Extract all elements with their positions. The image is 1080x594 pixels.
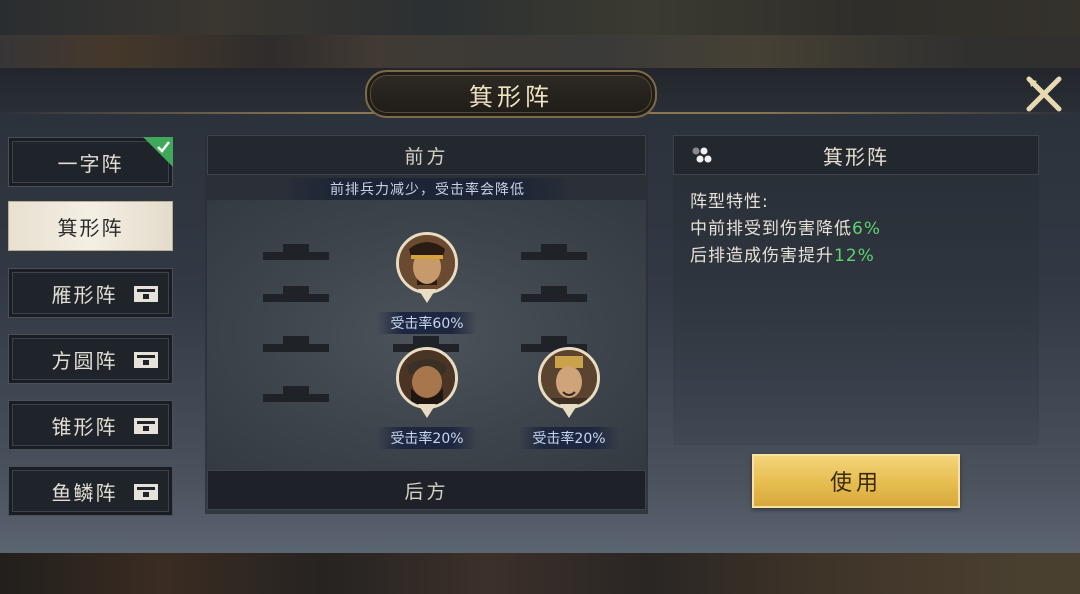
page-title: 箕形阵 [469, 82, 553, 111]
hit-rate-label: 受击率20% [519, 427, 619, 449]
tab-label: 鱼鳞阵 [51, 480, 118, 505]
empty-slot[interactable] [521, 286, 587, 302]
hero-portrait [538, 347, 600, 409]
background-top [0, 0, 1080, 68]
tab-jixing[interactable]: 箕形阵 [8, 201, 173, 251]
tab-yulin[interactable]: 鱼鳞阵 [8, 466, 173, 516]
trait-text: 中前排受到伤害降低 [690, 219, 852, 239]
close-icon [1026, 76, 1062, 112]
tab-label: 箕形阵 [57, 215, 124, 240]
lock-icon [134, 418, 158, 434]
hero-slot-back-right[interactable] [538, 347, 600, 423]
trait-line-1: 中前排受到伤害降低6% [690, 214, 881, 239]
formation-hint: 前排兵力减少，受击率会降低 [280, 178, 575, 200]
hero-slot-front[interactable] [396, 232, 458, 308]
tab-zhuixing[interactable]: 锥形阵 [8, 400, 173, 450]
hero-portrait [396, 347, 458, 409]
hero-pin-tip [560, 404, 578, 418]
trait-value: 12% [834, 246, 875, 266]
trait-heading: 阵型特性: [690, 192, 769, 212]
info-header: 箕形阵 [673, 135, 1039, 175]
tab-label: 雁形阵 [51, 282, 118, 307]
tab-label: 一字阵 [57, 151, 124, 176]
trait-line-2: 后排造成伤害提升12% [690, 241, 875, 266]
use-button[interactable]: 使用 [752, 454, 960, 508]
tab-yanxing[interactable]: 雁形阵 [8, 268, 173, 318]
tab-fangyuan[interactable]: 方圆阵 [8, 334, 173, 384]
check-icon [143, 137, 173, 167]
tab-yizi[interactable]: 一字阵 [8, 137, 173, 187]
empty-slot[interactable] [263, 336, 329, 352]
trait-text: 后排造成伤害提升 [690, 246, 834, 266]
hero-pin-tip [418, 289, 436, 303]
info-title: 箕形阵 [823, 144, 889, 169]
tab-label: 锥形阵 [51, 414, 118, 439]
hit-rate-label: 受击率20% [377, 427, 477, 449]
tab-label: 方圆阵 [51, 348, 118, 373]
lock-icon [134, 484, 158, 500]
title-plate: 箕形阵 [365, 70, 657, 118]
hero-pin-tip [418, 404, 436, 418]
hero-portrait [396, 232, 458, 294]
close-button[interactable] [1024, 74, 1064, 114]
trait-value: 6% [852, 219, 881, 239]
empty-slot[interactable] [521, 244, 587, 260]
background-bottom [0, 553, 1080, 594]
hit-rate-label: 受击率60% [377, 312, 477, 334]
hero-slot-back-middle[interactable] [396, 347, 458, 423]
empty-slot[interactable] [263, 244, 329, 260]
front-label: 前方 [207, 135, 646, 175]
empty-slot[interactable] [263, 386, 329, 402]
empty-slot[interactable] [263, 286, 329, 302]
back-label: 后方 [207, 470, 646, 510]
lock-icon [134, 286, 158, 302]
lock-icon [134, 352, 158, 368]
formation-dots-icon [692, 147, 712, 163]
